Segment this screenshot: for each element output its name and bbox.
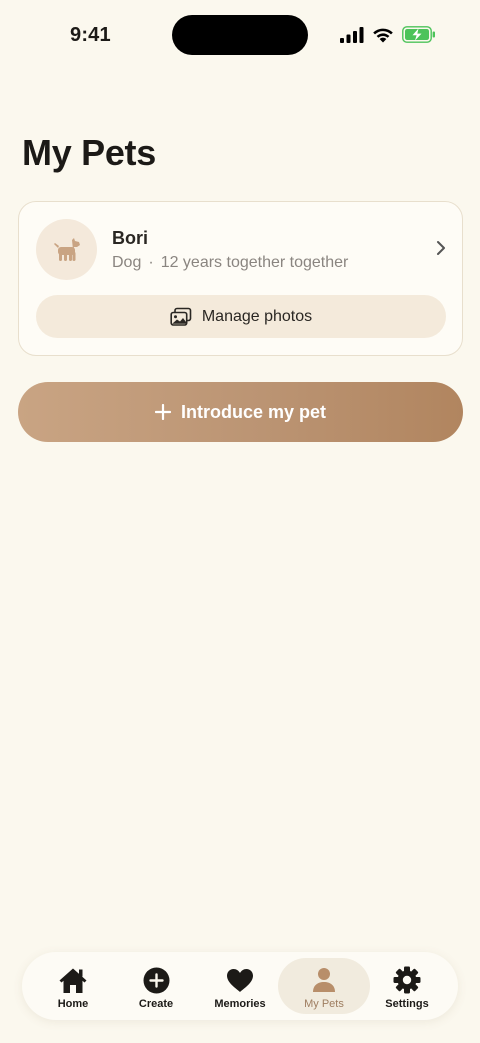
pet-avatar [36,219,97,280]
meta-separator: · [148,254,154,271]
photos-icon [170,307,192,326]
tab-label: Home [57,998,89,1010]
pet-card[interactable]: Bori Dog · 12 years together together Mana… [18,201,463,356]
status-time: 9:41 [70,24,111,46]
introduce-pet-label: Introduce my pet [180,401,327,422]
pet-species: Dog [112,254,142,271]
tab-memories[interactable]: Memories [199,958,281,1014]
tab-bar: Home Create Memories My Pets Settings [22,952,458,1020]
pet-duration: 12 years together together [160,254,349,271]
introduce-pet-button[interactable]: Introduce my pet [18,382,463,442]
manage-photos-button[interactable]: Manage photos [36,295,446,338]
pet-name: Bori [112,228,148,248]
page-title: My Pets [22,132,156,173]
dynamic-island [172,15,308,55]
chevron-right-icon[interactable] [436,240,446,256]
tab-label: My Pets [304,998,344,1010]
person-icon [313,968,335,992]
dog-icon [53,237,80,261]
status-icons [340,26,436,43]
plus-circle-icon [143,967,169,993]
pet-meta: Dog · 12 years together together [112,254,348,272]
tab-settings[interactable]: Settings [366,958,448,1014]
battery-charging-icon [402,26,435,43]
tab-home[interactable]: Home [32,958,114,1014]
home-icon [59,968,87,993]
tab-my-pets[interactable]: My Pets [278,958,370,1014]
tab-label: Memories [214,998,266,1010]
plus-icon [154,404,171,420]
tab-label: Settings [385,998,429,1010]
wifi-icon [373,28,393,42]
gear-icon [393,966,421,994]
status-bar: 9:41 [0,0,480,70]
manage-photos-label: Manage photos [201,307,313,325]
tab-label: Create [138,998,174,1010]
heart-icon [227,968,253,992]
tab-create[interactable]: Create [115,958,197,1014]
cellular-signal-icon [340,26,364,43]
